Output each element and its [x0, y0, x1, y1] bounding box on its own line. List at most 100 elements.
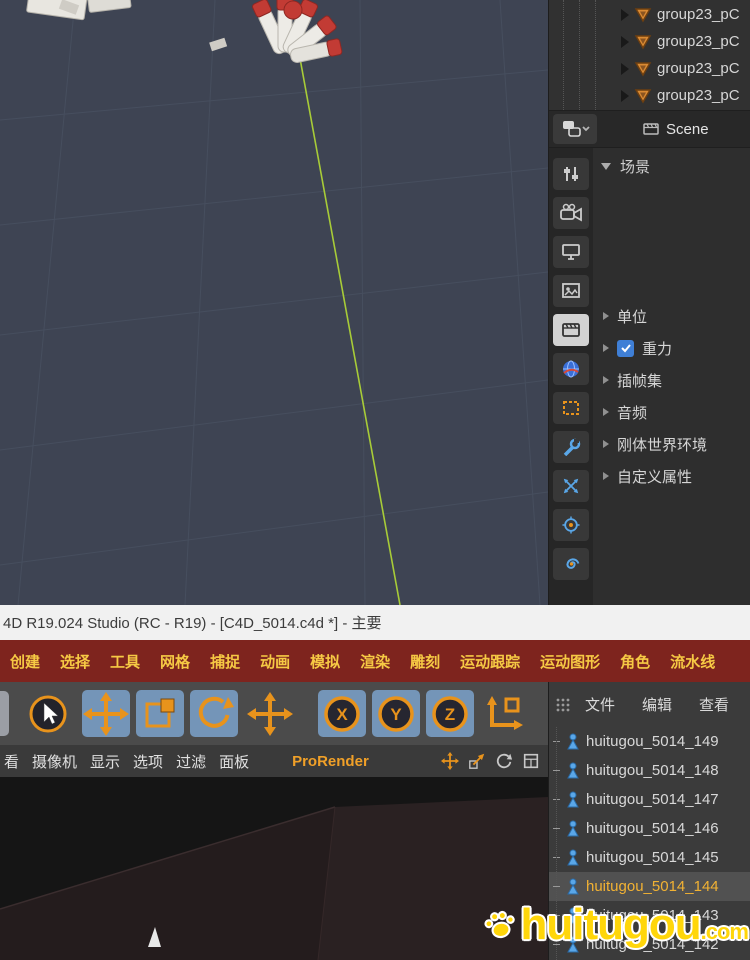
display-icon[interactable] — [553, 236, 589, 268]
axis-y-lock-button[interactable]: Y — [372, 690, 420, 737]
vp-menu-panel[interactable]: 面板 — [219, 751, 249, 772]
menu-mesh[interactable]: 网格 — [150, 651, 200, 672]
tab-scene[interactable]: Scene — [643, 121, 709, 138]
expand-arrow-icon[interactable] — [621, 62, 629, 75]
globe-icon[interactable] — [553, 353, 589, 385]
pan-view-button[interactable] — [439, 750, 461, 772]
attr-item-label: 刚体世界环境 — [617, 436, 708, 454]
om-row[interactable]: huitugou_5014_146 — [549, 814, 750, 843]
attribute-item-list: 单位 重力 插帧集 音频 刚体世界环境 自定义属性 — [593, 300, 750, 492]
attr-item-audio[interactable]: 音频 — [593, 396, 750, 428]
collapse-arrow-icon[interactable] — [601, 163, 611, 170]
toggle-panel-button[interactable] — [520, 750, 542, 772]
filter-sliders-icon[interactable] — [553, 158, 589, 190]
menu-motion-tracker[interactable]: 运动跟踪 — [450, 651, 530, 672]
om-menu-view[interactable]: 查看 — [699, 694, 729, 715]
om-row[interactable]: huitugou_5014_149 — [549, 727, 750, 756]
expand-arrow-icon[interactable] — [603, 408, 609, 416]
zoom-view-button[interactable] — [466, 750, 488, 772]
menu-character[interactable]: 角色 — [610, 651, 660, 672]
vp-menu-view[interactable]: 看 — [4, 751, 19, 772]
menu-select[interactable]: 选择 — [50, 651, 100, 672]
tab-scene-label: Scene — [666, 120, 709, 138]
mode-selector-button[interactable] — [553, 114, 597, 144]
om-row[interactable]: huitugou_5014_147 — [549, 785, 750, 814]
om-row[interactable]: huitugou_5014_145 — [549, 843, 750, 872]
vp-menu-filter[interactable]: 过滤 — [176, 751, 206, 772]
attribute-manager: 场景 单位 重力 插帧集 音频 刚体世界环境 自定义属性 — [549, 148, 750, 605]
move-tool-button[interactable] — [82, 690, 130, 737]
expand-arrow-icon[interactable] — [603, 376, 609, 384]
expand-arrow-icon[interactable] — [621, 89, 629, 102]
picture-icon[interactable] — [553, 275, 589, 307]
expand-arrow-icon[interactable] — [603, 344, 609, 352]
window-titlebar[interactable]: 4D R19.024 Studio (RC - R19) - [C4D_5014… — [0, 605, 750, 640]
tube-cluster-objects — [209, 0, 343, 63]
om-row[interactable]: huitugou_5014_148 — [549, 756, 750, 785]
expand-arrow-icon[interactable] — [621, 35, 629, 48]
camera-icon[interactable] — [553, 197, 589, 229]
menu-simulate[interactable]: 模拟 — [300, 651, 350, 672]
attr-item-gravity[interactable]: 重力 — [593, 332, 750, 364]
svg-text:Z: Z — [445, 705, 455, 724]
gravity-checkbox[interactable] — [617, 339, 634, 357]
om-row-label: huitugou_5014_145 — [586, 849, 719, 866]
scene-mode-icon[interactable] — [553, 314, 589, 346]
right-panel-top: group23_pC group23_pC group23_pC group23… — [548, 0, 750, 605]
attr-item-label: 自定义属性 — [617, 468, 693, 486]
last-tool-move-button[interactable] — [246, 690, 294, 737]
cross-arrows-icon[interactable] — [553, 470, 589, 502]
menu-create[interactable]: 创建 — [0, 651, 50, 672]
attr-item-rigidbody-world[interactable]: 刚体世界环境 — [593, 428, 750, 460]
rotate-tool-button[interactable] — [190, 690, 238, 737]
attribute-mode-bar: Scene — [549, 110, 750, 148]
attr-item-units[interactable]: 单位 — [593, 300, 750, 332]
target-icon[interactable] — [553, 509, 589, 541]
attr-item-custom-properties[interactable]: 自定义属性 — [593, 460, 750, 492]
rotate-view-button[interactable] — [493, 750, 515, 772]
menu-sculpt[interactable]: 雕刻 — [400, 651, 450, 672]
tree-guide-line — [563, 0, 564, 110]
om-menu-edit[interactable]: 编辑 — [642, 694, 672, 715]
spiral-icon[interactable] — [553, 548, 589, 580]
menu-snap[interactable]: 捕捉 — [200, 651, 250, 672]
menu-animate[interactable]: 动画 — [250, 651, 300, 672]
cone-object-icon — [634, 34, 652, 49]
viewport-perspective-top[interactable] — [0, 0, 548, 605]
dock-grip-icon[interactable] — [555, 697, 571, 713]
scale-tool-button[interactable] — [136, 690, 184, 737]
om-row-label: huitugou_5014_148 — [586, 762, 719, 779]
expand-arrow-icon[interactable] — [621, 8, 629, 21]
viewport-perspective-bottom[interactable] — [0, 777, 548, 960]
coordinate-system-button[interactable] — [480, 690, 528, 737]
axis-x-lock-button[interactable]: X — [318, 690, 366, 737]
vp-menu-prorender[interactable]: ProRender — [292, 753, 369, 770]
attribute-content: 场景 单位 重力 插帧集 音频 刚体世界环境 自定义属性 — [593, 148, 750, 605]
om-menu-file[interactable]: 文件 — [585, 694, 615, 715]
logo-paw-icon — [483, 910, 515, 939]
om-row-selected[interactable]: huitugou_5014_144 — [549, 872, 750, 901]
vp-menu-camera[interactable]: 摄像机 — [32, 751, 77, 772]
menu-mograph[interactable]: 运动图形 — [530, 651, 610, 672]
expand-arrow-icon[interactable] — [603, 312, 609, 320]
menu-tools[interactable]: 工具 — [100, 651, 150, 672]
wrench-icon[interactable] — [553, 431, 589, 463]
attribute-header[interactable]: 场景 — [593, 148, 750, 177]
attr-item-label: 音频 — [617, 404, 648, 422]
menu-pipeline[interactable]: 流水线 — [660, 651, 725, 672]
live-selection-tool-button[interactable] — [24, 690, 72, 737]
vp-menu-display[interactable]: 显示 — [90, 751, 120, 772]
selection-frame-icon[interactable] — [553, 392, 589, 424]
axis-z-lock-button[interactable]: Z — [426, 690, 474, 737]
expand-arrow-icon[interactable] — [603, 440, 609, 448]
spline-green-line — [296, 41, 401, 605]
zoom-icon — [469, 753, 485, 769]
attr-item-label: 插帧集 — [617, 372, 663, 390]
axis-z-icon: Z — [432, 695, 468, 732]
move-icon — [247, 691, 293, 736]
partial-tool-icon — [0, 691, 9, 736]
menu-render[interactable]: 渲染 — [350, 651, 400, 672]
attr-item-keyframes[interactable]: 插帧集 — [593, 364, 750, 396]
expand-arrow-icon[interactable] — [603, 472, 609, 480]
vp-menu-options[interactable]: 选项 — [133, 751, 163, 772]
